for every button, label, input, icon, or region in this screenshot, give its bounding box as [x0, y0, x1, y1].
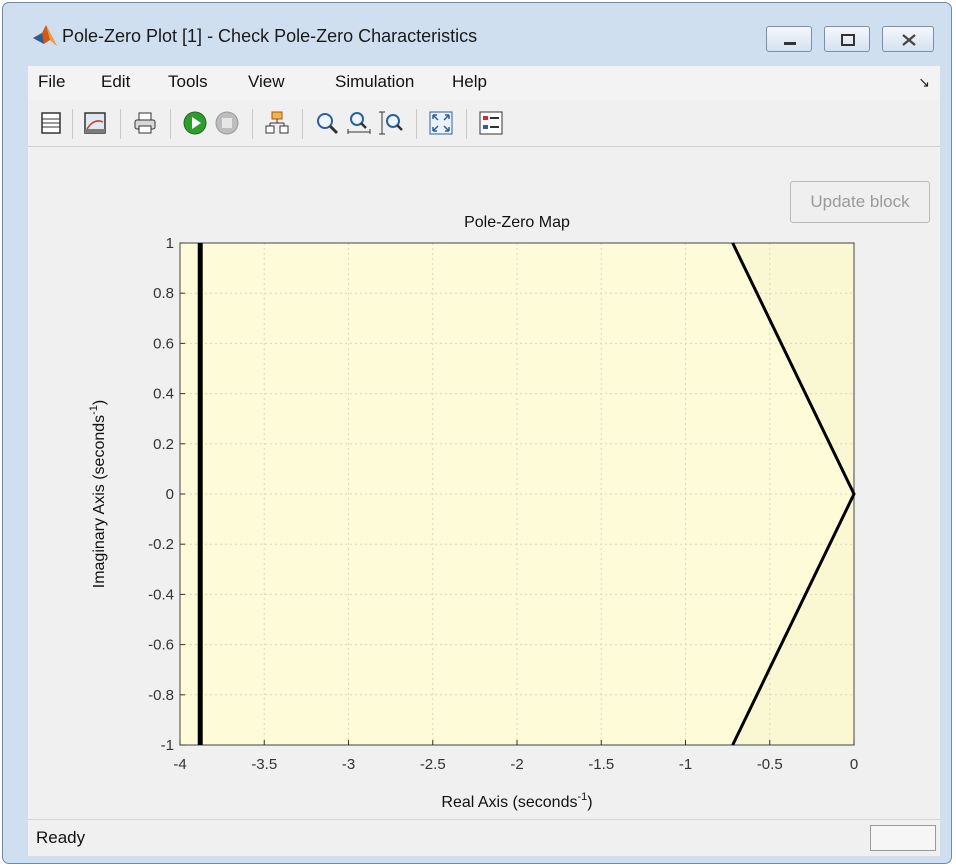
restore-icon	[841, 34, 855, 46]
fit-view-icon[interactable]	[428, 110, 454, 136]
x-tick-label: -3.5	[251, 756, 277, 773]
x-tick-label: -2.5	[420, 756, 446, 773]
x-tick-label: -2	[510, 756, 523, 773]
plot-area: Update block -4 -3.5 -3 -2.5 -2 -1.5 -1 -0.5 0 1 0…	[28, 147, 940, 819]
run-icon[interactable]	[182, 110, 208, 136]
toolbar-separator	[72, 109, 73, 139]
y-tick-label: 0.8	[153, 285, 174, 302]
toolbar-separator	[252, 109, 253, 139]
x-tick-label: -1.5	[588, 756, 614, 773]
toolbar-separator	[466, 109, 467, 139]
minimize-button[interactable]	[766, 26, 812, 52]
y-tick-label: 0.6	[153, 335, 174, 352]
status-text: Ready	[36, 828, 86, 847]
x-tick-label: -1	[679, 756, 692, 773]
close-button[interactable]	[882, 26, 934, 52]
chart-title: Pole-Zero Map	[464, 214, 570, 231]
y-tick-label: -1	[161, 737, 174, 754]
toolbar	[28, 100, 940, 147]
zoom-x-icon[interactable]	[346, 110, 372, 136]
y-tick-label: 0.4	[153, 386, 174, 403]
y-axis-label: Imaginary Axis (seconds-1)	[88, 400, 108, 589]
menu-overflow-icon[interactable]: ↘	[918, 74, 930, 91]
x-tick-label: -0.5	[757, 756, 783, 773]
zoom-y-icon[interactable]	[378, 110, 404, 136]
window-title: Pole-Zero Plot [1] - Check Pole-Zero Cha…	[62, 26, 478, 46]
show-plot-icon[interactable]	[38, 110, 64, 136]
legend-icon[interactable]	[478, 110, 504, 136]
menu-edit[interactable]: Edit	[101, 72, 130, 92]
x-tick-label: 0	[850, 756, 858, 773]
status-bar: Ready	[28, 819, 940, 856]
y-tick-label: -0.2	[148, 536, 174, 553]
menu-tools[interactable]: Tools	[168, 72, 208, 92]
figure-icon[interactable]	[82, 110, 108, 136]
zoom-in-icon[interactable]	[314, 110, 340, 136]
y-tick-label: 0.2	[153, 436, 174, 453]
x-tick-label: -3	[342, 756, 355, 773]
close-icon	[902, 34, 916, 46]
status-indicator	[870, 825, 936, 851]
menu-file[interactable]: File	[38, 72, 65, 92]
pole-zero-map-chart: -4 -3.5 -3 -2.5 -2 -1.5 -1 -0.5 0 1 0.8 0.6 0.4 0.2 0 -…	[88, 214, 858, 811]
minimize-icon	[784, 42, 796, 45]
toolbar-separator	[302, 109, 303, 139]
x-axis-label: Real Axis (seconds-1)	[441, 791, 592, 811]
menu-help[interactable]: Help	[452, 72, 487, 92]
y-tick-label: -0.4	[148, 586, 174, 603]
y-tick-label: 0	[166, 486, 174, 503]
y-tick-label: 1	[166, 235, 174, 252]
menu-view[interactable]: View	[248, 72, 285, 92]
menu-simulation[interactable]: Simulation	[335, 72, 414, 92]
y-tick-label: -0.6	[148, 637, 174, 654]
toolbar-separator	[120, 109, 121, 139]
stop-icon[interactable]	[214, 110, 240, 136]
matlab-logo-icon	[33, 25, 57, 46]
print-icon[interactable]	[132, 110, 158, 136]
toolbar-separator	[170, 109, 171, 139]
toolbar-separator	[416, 109, 417, 139]
x-tick-label: -4	[173, 756, 186, 773]
menu-bar: File Edit Tools View Simulation Help ↘	[28, 66, 940, 100]
restore-button[interactable]	[824, 26, 870, 52]
y-tick-label: -0.8	[148, 687, 174, 704]
block-link-icon[interactable]	[264, 110, 290, 136]
